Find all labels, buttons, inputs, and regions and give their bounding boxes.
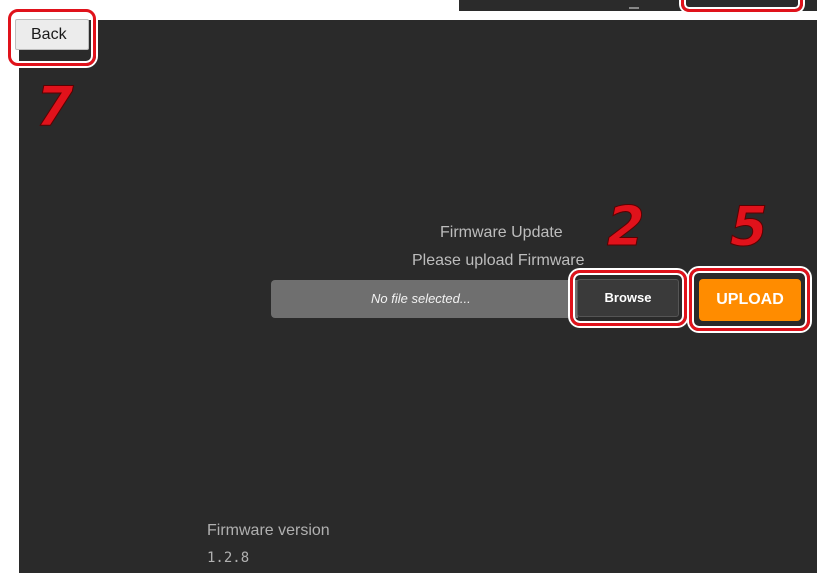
file-placeholder-text: No file selected...	[371, 291, 471, 306]
firmware-update-title: Firmware Update	[440, 224, 563, 241]
firmware-version-value: 1.2.8	[207, 550, 250, 566]
back-button[interactable]: Back	[15, 19, 89, 50]
step-number-upload: 5	[730, 195, 769, 258]
step-number-browse: 2	[607, 195, 646, 258]
firmware-version-label: Firmware version	[207, 522, 330, 539]
browse-button[interactable]: Browse	[577, 279, 679, 317]
text-cursor-icon	[629, 2, 639, 9]
upload-button[interactable]: UPLOAD	[699, 279, 801, 321]
firmware-upload-instruction: Please upload Firmware	[412, 252, 585, 269]
step-number-back: 7	[36, 75, 75, 138]
file-select-field[interactable]: No file selected...	[271, 280, 578, 318]
screenshot-stage: Back 7 Firmware Update Please upload Fir…	[0, 0, 817, 573]
previous-screen-strip	[459, 0, 817, 12]
highlight-ring-previous	[681, 0, 803, 12]
